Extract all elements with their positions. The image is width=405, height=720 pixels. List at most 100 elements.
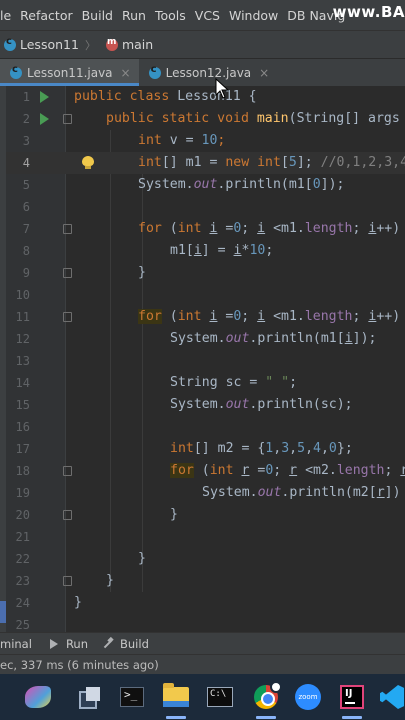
class-icon (4, 36, 16, 51)
code-line-7[interactable]: 7 for (int i =0; i <m1.length; i++) (6, 218, 405, 240)
command-prompt-icon (207, 687, 233, 707)
tab-lesson12[interactable]: Lesson12.java × (139, 59, 278, 86)
code-line-4[interactable]: 4 int[] m1 = new int[5]; //0,1,2,3,4 (6, 152, 405, 174)
code-line-12[interactable]: 12 System.out.println(m1[i]); (6, 328, 405, 350)
taskbar-zoom[interactable]: zoom (292, 681, 324, 713)
menu-vcs[interactable]: VCS (195, 8, 220, 23)
method-icon (105, 37, 118, 51)
folder-icon (163, 683, 189, 707)
code-line-5[interactable]: 5 System.out.println(m1[0]); (6, 174, 405, 196)
code-line-11[interactable]: 11 for (int i =0; i <m1.length; i++) (6, 306, 405, 328)
menu-refactor[interactable]: Refactor (20, 8, 72, 23)
vscode-icon (380, 685, 404, 709)
code-text: } (170, 507, 178, 522)
line-number: 15 (15, 398, 30, 412)
java-class-icon (10, 64, 22, 79)
code-line-3[interactable]: 3 int v = 10; (6, 130, 405, 152)
task-view-icon (79, 687, 101, 709)
status-bar: ec, 337 ms (6 minutes ago) (0, 654, 405, 674)
watermark: www.BA (332, 3, 405, 21)
taskbar-bird-app[interactable] (22, 681, 54, 713)
code-text: int[] m1 = new int[5]; //0,1,2,3,4 (138, 155, 405, 170)
line-number: 20 (15, 508, 30, 522)
code-line-1[interactable]: 1 public class Lesson11 { (6, 86, 405, 108)
fold-icon[interactable] (63, 224, 72, 234)
code-text: for (int r =0; r <m2.length; r (170, 463, 405, 478)
run-gutter-icon[interactable] (40, 91, 49, 103)
os-taskbar: zoom (0, 674, 405, 720)
code-line-13[interactable]: 13 (6, 350, 405, 372)
code-line-2[interactable]: 2 public static void main(String[] args (6, 108, 405, 130)
line-number: 22 (15, 552, 30, 566)
code-line-24[interactable]: 24 } (6, 592, 405, 614)
code-text: } (138, 265, 146, 280)
code-text: System.out.println(m1[i]); (170, 331, 377, 346)
code-line-6[interactable]: 6 (6, 196, 405, 218)
taskbar-terminal[interactable] (116, 681, 148, 713)
line-number: 6 (22, 200, 30, 214)
code-text: System.out.println(m2[r]) (202, 485, 401, 500)
tool-window-bar: minal Run Build (0, 632, 405, 654)
code-line-16[interactable]: 16 (6, 416, 405, 438)
menu-run[interactable]: Run (122, 8, 146, 23)
java-class-icon (148, 64, 161, 79)
code-line-9[interactable]: 9 } (6, 262, 405, 284)
code-line-23[interactable]: 23 } (6, 570, 405, 592)
fold-icon[interactable] (63, 312, 72, 322)
code-text: int v = 10; (138, 133, 226, 148)
code-line-17[interactable]: 17 int[] m2 = {1,3,5,4,0}; (6, 438, 405, 460)
code-text: String sc = " "; (170, 375, 298, 390)
code-line-8[interactable]: 8 m1[i] = i*10; (6, 240, 405, 262)
line-number: 9 (22, 266, 30, 280)
menu-build[interactable]: Build (82, 8, 113, 23)
code-text: int[] m2 = {1,3,5,4,0}; (170, 441, 353, 456)
close-icon[interactable]: × (121, 66, 131, 80)
menu-tools[interactable]: Tools (155, 8, 186, 23)
taskbar-file-explorer[interactable] (160, 681, 192, 719)
tab-lesson11[interactable]: Lesson11.java × (0, 59, 139, 86)
code-line-20[interactable]: 20 } (6, 504, 405, 526)
code-text: m1[i] = i*10; (170, 243, 274, 258)
line-number: 11 (15, 310, 30, 324)
taskbar-vscode[interactable] (376, 681, 405, 713)
line-number: 23 (15, 574, 30, 588)
close-icon[interactable]: × (259, 66, 269, 80)
code-text: } (106, 573, 114, 588)
taskbar-task-view[interactable] (74, 681, 106, 713)
taskbar-chrome[interactable] (250, 681, 282, 719)
line-number: 21 (15, 530, 30, 544)
build-tool-button[interactable]: Build (102, 637, 149, 651)
taskbar-command-prompt[interactable] (204, 681, 236, 713)
breadcrumb-class[interactable]: Lesson11 (20, 37, 79, 52)
code-line-18[interactable]: 18 for (int r =0; r <m2.length; r (6, 460, 405, 482)
code-line-15[interactable]: 15 System.out.println(sc); (6, 394, 405, 416)
code-line-25[interactable]: 25 (6, 614, 405, 632)
fold-icon[interactable] (63, 114, 72, 124)
code-line-21[interactable]: 21 (6, 526, 405, 548)
code-text: } (138, 551, 146, 566)
code-editor[interactable]: 1 public class Lesson11 { 2 public stati… (6, 86, 405, 632)
bird-app-icon (25, 686, 51, 708)
breadcrumb-method[interactable]: main (122, 37, 153, 52)
mouse-cursor-icon (215, 78, 230, 99)
hammer-icon (102, 638, 113, 649)
code-line-14[interactable]: 14 String sc = " "; (6, 372, 405, 394)
code-line-10[interactable]: 10 (6, 284, 405, 306)
menu-file[interactable]: le (0, 8, 11, 23)
lightbulb-icon[interactable] (82, 156, 94, 170)
line-number: 10 (15, 288, 30, 302)
code-line-19[interactable]: 19 System.out.println(m2[r]) (6, 482, 405, 504)
chevron-right-icon: 〉 (84, 38, 96, 52)
fold-icon[interactable] (63, 510, 72, 520)
fold-icon[interactable] (63, 576, 72, 586)
terminal-tool-button[interactable]: minal (0, 637, 32, 651)
run-gutter-icon[interactable] (40, 113, 49, 125)
menu-bar: le Refactor Build Run Tools VCS Window D… (0, 0, 405, 30)
menu-window[interactable]: Window (229, 8, 278, 23)
run-tool-button[interactable]: Run (46, 637, 88, 651)
fold-icon[interactable] (63, 466, 72, 476)
taskbar-intellij[interactable] (336, 681, 368, 719)
line-number: 24 (15, 596, 30, 610)
fold-icon[interactable] (63, 268, 72, 278)
code-line-22[interactable]: 22 } (6, 548, 405, 570)
